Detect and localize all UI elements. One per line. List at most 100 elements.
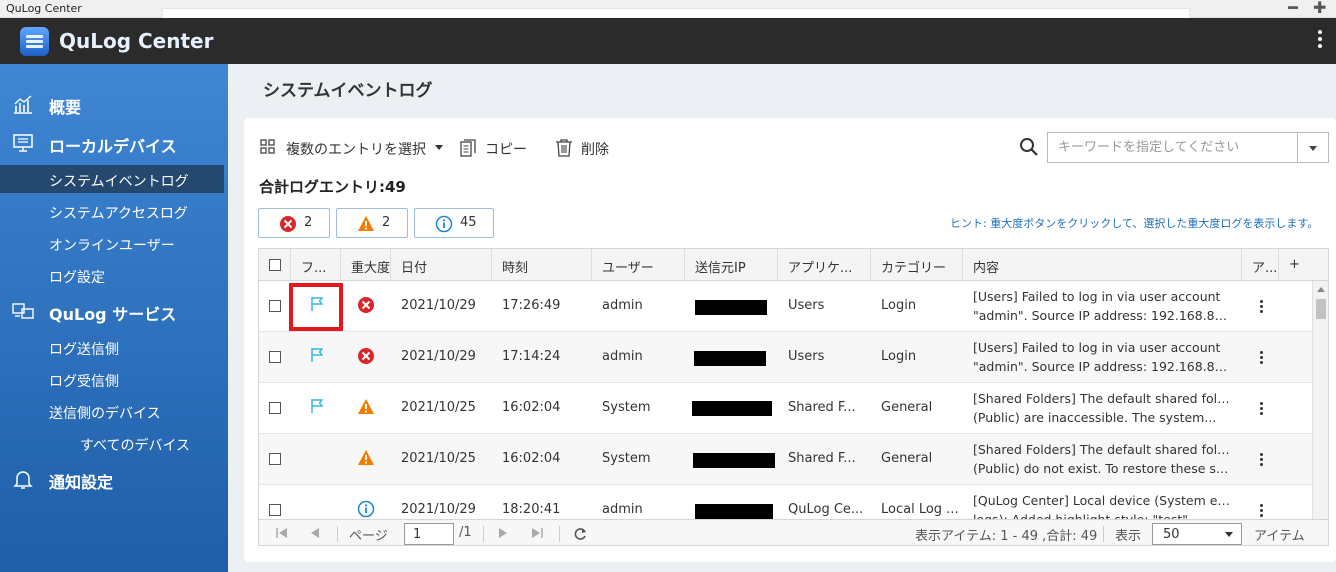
sidebar-item-sender-devices[interactable]: 送信側のデバイス: [0, 397, 224, 425]
row-checkbox[interactable]: [269, 504, 281, 516]
severity-error-button[interactable]: 2: [258, 208, 330, 238]
row-actions-icon[interactable]: [1260, 300, 1263, 315]
severity-info-button[interactable]: 45: [414, 208, 494, 238]
sidebar-item-label: ログ設定: [49, 270, 105, 286]
redacted-ip: [694, 351, 766, 366]
error-icon: [358, 348, 374, 364]
delete-button[interactable]: 削除: [554, 138, 614, 158]
sidebar-section-overview[interactable]: 概要: [0, 89, 228, 119]
sidebar-item-label: システムアクセスログ: [49, 206, 188, 222]
add-column-button[interactable]: +: [1279, 249, 1328, 281]
search-dropdown-button[interactable]: [1297, 132, 1329, 163]
column-content[interactable]: 内容: [963, 249, 1242, 281]
scrollbar-thumb[interactable]: [1316, 299, 1326, 319]
refresh-icon[interactable]: [573, 527, 587, 541]
sidebar-item-label: ログ受信側: [49, 374, 119, 390]
row-checkbox[interactable]: [269, 300, 281, 312]
sidebar-section-notification[interactable]: 通知設定: [0, 464, 228, 494]
window-title: QuLog Center: [6, 2, 82, 15]
table-row[interactable]: 2021/10/25 16:02:04 System Shared F... Gener…: [259, 383, 1312, 434]
info-icon: [435, 215, 453, 233]
background-window-edge: [162, 8, 1190, 18]
sidebar-item-all-devices[interactable]: すべてのデバイス: [0, 429, 224, 457]
sidebar-item-label: 送信側のデバイス: [49, 406, 161, 422]
row-actions-icon[interactable]: [1260, 504, 1263, 519]
severity-indicator: [357, 398, 375, 420]
app-header: QuLog Center: [0, 18, 1336, 64]
minimize-button[interactable]: ━: [1288, 0, 1298, 17]
sidebar-section-local-device[interactable]: ローカルデバイス: [0, 128, 228, 158]
info-count: 45: [460, 215, 477, 230]
cell-content: [Users] Failed to log in via user accoun…: [973, 289, 1235, 323]
sidebar-section-qulog-service[interactable]: QuLog サービス: [0, 296, 228, 326]
search-input[interactable]: [1048, 133, 1297, 162]
severity-warning-button[interactable]: 2: [336, 208, 408, 238]
sidebar-item-online-users[interactable]: オンラインユーザー: [0, 229, 224, 257]
sidebar-item-label: ログ送信側: [49, 342, 119, 358]
copy-button[interactable]: コピー: [459, 138, 539, 158]
error-count: 2: [304, 215, 313, 230]
sidebar-section-label: QuLog サービス: [49, 305, 177, 324]
select-all-checkbox[interactable]: [269, 259, 281, 271]
next-page-icon[interactable]: [499, 528, 507, 538]
flag-icon[interactable]: [309, 398, 325, 414]
row-actions-icon[interactable]: [1260, 402, 1263, 417]
table-row[interactable]: 2021/10/29 17:14:24 admin Users Login [Users]…: [259, 332, 1312, 383]
trash-icon: [556, 139, 572, 157]
table-header: フ... 重大度 日付 時刻 ユーザー 送信元IP アプリケ... カテゴリー …: [259, 249, 1328, 281]
column-time[interactable]: 時刻: [492, 249, 592, 281]
last-page-icon[interactable]: [531, 528, 543, 538]
flag-toggle[interactable]: [309, 398, 325, 418]
sidebar-item-label: システムイベントログ: [49, 174, 189, 190]
pagination-bar: ページ /1 表示アイテム: 1 - 49 ,合計: 49 表示 50 アイテム: [259, 519, 1328, 545]
sidebar-item-log-settings[interactable]: ログ設定: [0, 261, 224, 289]
previous-page-icon[interactable]: [311, 528, 319, 538]
row-actions-icon[interactable]: [1260, 453, 1263, 468]
redacted-ip: [693, 453, 775, 468]
page-number-input[interactable]: [404, 523, 454, 545]
sidebar-item-log-receiver[interactable]: ログ受信側: [0, 365, 224, 393]
header-select-all[interactable]: [259, 249, 291, 281]
column-action[interactable]: ア...: [1242, 249, 1279, 281]
display-items-summary: 表示アイテム: 1 - 49 ,合計: 49: [915, 529, 1098, 544]
first-page-icon[interactable]: [276, 528, 288, 538]
window-title-bar: QuLog Center ━ ✚: [0, 0, 1336, 18]
error-icon: [358, 297, 374, 313]
per-page-select[interactable]: 50: [1152, 523, 1242, 545]
severity-indicator: [357, 296, 375, 318]
column-user[interactable]: ユーザー: [592, 249, 685, 281]
column-source-ip[interactable]: 送信元IP: [685, 249, 778, 281]
search-icon[interactable]: [1019, 137, 1039, 157]
more-options-icon[interactable]: [1316, 30, 1324, 52]
vertical-scrollbar[interactable]: [1312, 281, 1328, 519]
grid-select-icon: [260, 139, 275, 154]
sidebar-item-system-access-log[interactable]: システムアクセスログ: [0, 197, 224, 225]
table-row[interactable]: 2021/10/29 17:26:49 admin Users Login [Users]…: [259, 281, 1312, 332]
column-flag[interactable]: フ...: [291, 249, 341, 281]
flag-icon[interactable]: [309, 347, 325, 363]
column-application[interactable]: アプリケ...: [778, 249, 871, 281]
select-multiple-label: 複数のエントリを選択: [286, 142, 426, 158]
maximize-button[interactable]: ✚: [1313, 0, 1326, 17]
search-field[interactable]: [1047, 132, 1298, 163]
sidebar-item-system-event-log[interactable]: システムイベントログ: [0, 165, 224, 193]
sidebar-item-log-sender[interactable]: ログ送信側: [0, 333, 224, 361]
qulog-logo-icon: [20, 27, 49, 56]
row-checkbox[interactable]: [269, 351, 281, 363]
sidebar-section-label: 概要: [49, 98, 82, 117]
column-severity[interactable]: 重大度: [341, 249, 391, 281]
table-row[interactable]: 2021/10/25 16:02:04 System Shared F... Gener…: [259, 434, 1312, 485]
error-icon: [280, 216, 296, 232]
cell-content: [Users] Failed to log in via user accoun…: [973, 340, 1235, 374]
flag-toggle[interactable]: [309, 347, 325, 367]
row-checkbox[interactable]: [269, 453, 281, 465]
monitor-icon: [13, 134, 33, 152]
select-multiple-button[interactable]: 複数のエントリを選択: [259, 138, 449, 158]
row-actions-icon[interactable]: [1260, 351, 1263, 366]
page-total: /1: [459, 525, 472, 540]
column-category[interactable]: カテゴリー: [871, 249, 963, 281]
column-date[interactable]: 日付: [391, 249, 492, 281]
severity-hint: ヒント: 重大度ボタンをクリックして、選択した重大度ログを表示します。: [950, 217, 1319, 230]
warning-icon: [358, 450, 374, 465]
row-checkbox[interactable]: [269, 402, 281, 414]
